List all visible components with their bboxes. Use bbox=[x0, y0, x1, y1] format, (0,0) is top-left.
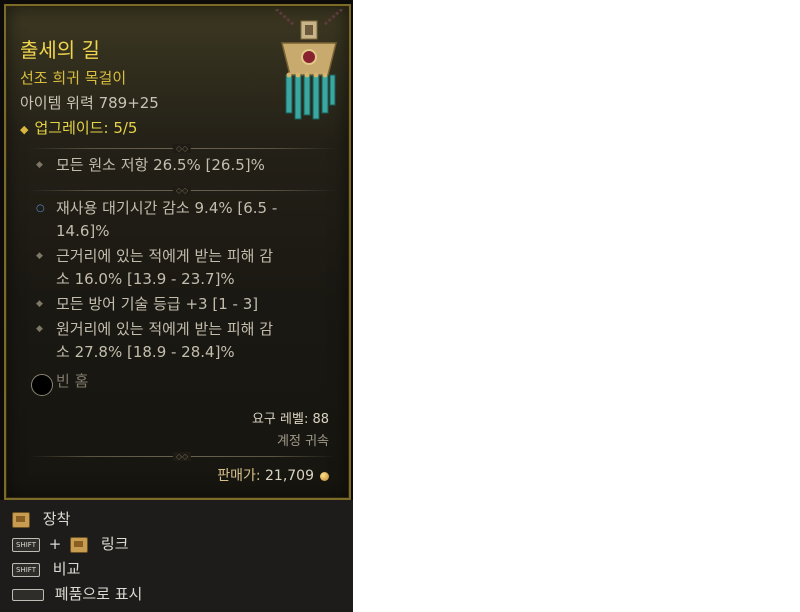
necklace-icon bbox=[275, 9, 343, 120]
affix-2-line2: 소 16.0% [13.9 - 23.7]% bbox=[56, 270, 235, 288]
item-name: 출세의 길 bbox=[20, 38, 100, 62]
affix-bullet-icon: ◆ bbox=[36, 324, 43, 334]
affix-2-line1: 근거리에 있는 적에게 받는 피해 감 bbox=[56, 247, 274, 265]
shift-key-icon: SHIFT bbox=[12, 537, 40, 552]
item-rarity: 선조 희귀 목걸이 bbox=[20, 69, 127, 87]
empty-socket-icon bbox=[31, 374, 53, 396]
item-power: 아이템 위력 789+25 bbox=[20, 92, 159, 113]
affix-3: ◆ 모든 방어 기술 등급 +3 [1 - 3] bbox=[36, 293, 326, 316]
special-affix-icon: ○ bbox=[36, 203, 45, 214]
item-power-label: 아이템 위력 bbox=[20, 94, 94, 112]
mouse-right-icon bbox=[70, 536, 89, 553]
mouse-right-icon bbox=[12, 511, 30, 528]
item-tooltip: 출세의 길 선조 희귀 목걸이 아이템 위력 789+25 ◆ 업그레이드: 5/… bbox=[0, 0, 353, 612]
sell-label: 판매가: bbox=[217, 468, 261, 484]
upgrade-label: 업그레이드: bbox=[34, 119, 109, 137]
action-hints: 장착 SHIFT + 링크 SHIFT 비교 폐품으로 표시 bbox=[0, 500, 353, 612]
shift-key-icon: SHIFT bbox=[12, 562, 40, 577]
hint-link[interactable]: SHIFT + 링크 bbox=[12, 533, 129, 553]
socket-label: 빈 홈 bbox=[56, 372, 89, 390]
hint-compare-label: 비교 bbox=[52, 560, 81, 578]
sell-value: 21,709 bbox=[265, 468, 314, 484]
hint-equip[interactable]: 장착 bbox=[12, 508, 70, 528]
plus-sign: + bbox=[48, 535, 62, 553]
upgrade-value: 5/5 bbox=[113, 119, 138, 137]
affix-1: ○ 재사용 대기시간 감소 9.4% [6.5 - 14.6]% bbox=[36, 197, 326, 243]
upgrade-diamond-icon: ◆ bbox=[20, 123, 29, 136]
affix-bullet-icon: ◆ bbox=[36, 251, 43, 261]
hint-link-label: 링크 bbox=[100, 535, 129, 553]
affix-4-line1: 원거리에 있는 적에게 받는 피해 감 bbox=[56, 320, 274, 338]
affix-4-line2: 소 27.8% [18.9 - 28.4]% bbox=[56, 343, 235, 361]
space-key-icon bbox=[12, 588, 44, 601]
hint-salvage-label: 폐품으로 표시 bbox=[54, 585, 143, 603]
affix-1-line2: 14.6]% bbox=[56, 222, 110, 240]
gold-icon bbox=[320, 471, 329, 481]
hint-salvage[interactable]: 폐품으로 표시 bbox=[12, 583, 142, 603]
hint-equip-label: 장착 bbox=[42, 510, 71, 528]
tooltip-panel: 출세의 길 선조 희귀 목걸이 아이템 위력 789+25 ◆ 업그레이드: 5/… bbox=[4, 4, 351, 500]
sell-price: 판매가: 21,709 bbox=[217, 465, 329, 485]
item-power-value: 789+25 bbox=[98, 94, 159, 112]
divider: ◇◇ bbox=[28, 186, 336, 195]
affix-4: ◆ 원거리에 있는 적에게 받는 피해 감 소 27.8% [18.9 - 28… bbox=[36, 318, 326, 364]
affix-3-line1: 모든 방어 기술 등급 +3 [1 - 3] bbox=[56, 295, 259, 313]
divider: ◇◇ bbox=[28, 452, 336, 461]
implicit-affix-text: 모든 원소 저항 26.5% [26.5]% bbox=[56, 156, 265, 174]
account-bound: 계정 귀속 bbox=[277, 434, 329, 449]
affix-1-line1: 재사용 대기시간 감소 9.4% [6.5 - bbox=[56, 199, 278, 217]
hint-compare[interactable]: SHIFT 비교 bbox=[12, 558, 80, 578]
affix-bullet-icon: ◆ bbox=[36, 160, 43, 170]
item-upgrade: ◆ 업그레이드: 5/5 bbox=[20, 117, 137, 138]
implicit-affix: ◆ 모든 원소 저항 26.5% [26.5]% bbox=[36, 154, 326, 177]
affix-bullet-icon: ◆ bbox=[36, 299, 43, 309]
required-level: 요구 레벨: 88 bbox=[251, 412, 329, 427]
divider: ◇◇ bbox=[28, 144, 336, 153]
affix-2: ◆ 근거리에 있는 적에게 받는 피해 감 소 16.0% [13.9 - 23… bbox=[36, 245, 326, 291]
